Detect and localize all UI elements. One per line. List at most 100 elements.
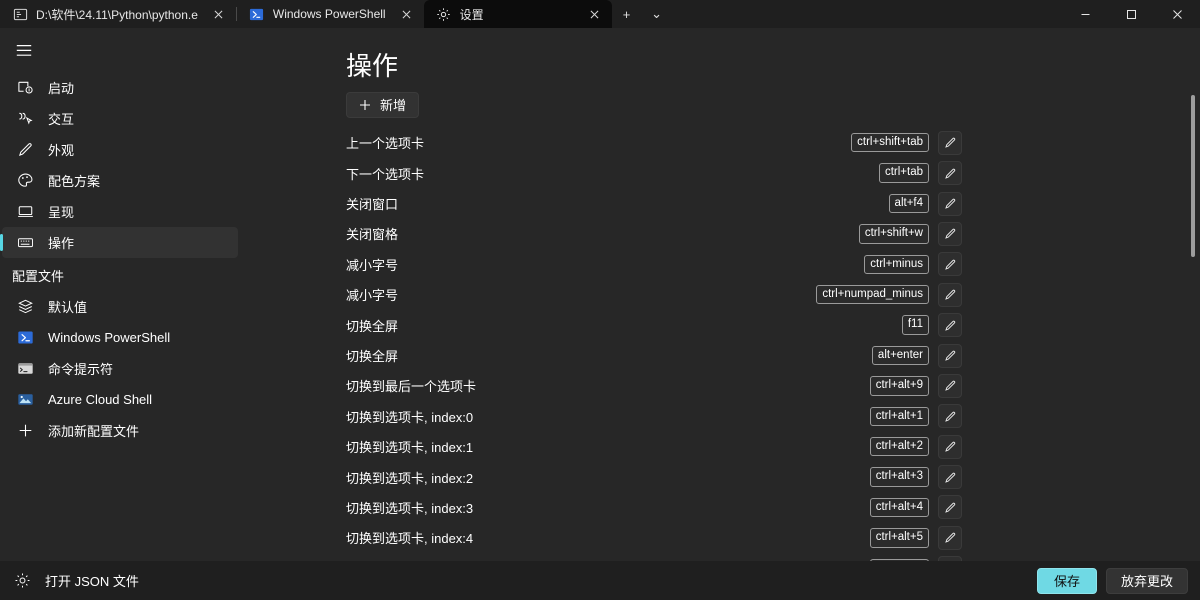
save-button[interactable]: 保存 — [1037, 568, 1097, 594]
action-row[interactable]: 关闭窗格 ctrl+shift+w — [346, 219, 962, 249]
sidebar-item-label: 配色方案 — [48, 171, 100, 190]
sidebar-item-actions[interactable]: 操作 — [2, 227, 238, 258]
action-row[interactable]: 减小字号 ctrl+numpad_minus — [346, 280, 962, 310]
sidebar-item-rendering[interactable]: 呈现 — [2, 196, 238, 227]
window-controls — [1062, 0, 1200, 28]
pencil-icon[interactable] — [938, 252, 962, 276]
pencil-icon[interactable] — [938, 313, 962, 337]
sidebar-item-azure[interactable]: Azure Cloud Shell — [2, 384, 238, 415]
action-row[interactable]: 关闭窗口 alt+f4 — [346, 188, 962, 218]
pencil-icon[interactable] — [938, 495, 962, 519]
close-icon[interactable] — [396, 3, 418, 25]
action-row[interactable]: 切换到选项卡, index:4 ctrl+alt+5 — [346, 523, 962, 553]
tab-python[interactable]: D:\软件\24.11\Python\python.e — [0, 0, 236, 28]
keybinding-chip[interactable]: alt+enter — [872, 346, 929, 365]
sidebar-item-color-schemes[interactable]: 配色方案 — [2, 165, 238, 196]
footer-bar: 打开 JSON 文件 保存 放弃更改 — [0, 561, 1200, 600]
pencil-icon[interactable] — [938, 465, 962, 489]
action-row[interactable]: 下一个选项卡 ctrl+tab — [346, 158, 962, 188]
pencil-icon[interactable] — [938, 556, 962, 561]
keybinding-chip[interactable]: ctrl+alt+4 — [870, 498, 929, 517]
keybinding-chip[interactable]: ctrl+alt+1 — [870, 407, 929, 426]
sidebar-item-appearance[interactable]: 外观 — [2, 134, 238, 165]
interaction-icon — [14, 110, 36, 127]
close-icon[interactable] — [208, 3, 230, 25]
sidebar-item-label: 添加新配置文件 — [48, 421, 139, 440]
sidebar-item-powershell[interactable]: Windows PowerShell — [2, 322, 238, 353]
actions-list: 上一个选项卡 ctrl+shift+tab 下一个选项卡 ctrl+tab — [346, 128, 962, 561]
action-name: 切换到选项卡, index:5 — [346, 559, 473, 561]
keybinding-chip[interactable]: ctrl+tab — [879, 163, 929, 182]
keybinding-chip[interactable]: ctrl+numpad_minus — [816, 285, 929, 304]
keybinding-chip[interactable]: ctrl+alt+3 — [870, 467, 929, 486]
tab-label: Windows PowerShell — [273, 7, 386, 21]
sidebar-item-cmd[interactable]: 命令提示符 — [2, 353, 238, 384]
keybinding-chip[interactable]: ctrl+alt+9 — [870, 376, 929, 395]
action-row[interactable]: 切换到选项卡, index:3 ctrl+alt+4 — [346, 492, 962, 522]
keybinding-chip[interactable]: ctrl+alt+5 — [870, 528, 929, 547]
action-name: 切换全屏 — [346, 346, 398, 365]
pencil-icon[interactable] — [938, 404, 962, 428]
defaults-icon — [14, 298, 36, 315]
open-json-file-button[interactable]: 打开 JSON 文件 — [14, 571, 139, 590]
tab-dropdown-button[interactable]: ⌄ — [642, 0, 672, 28]
minimize-icon[interactable] — [1062, 0, 1108, 28]
rendering-icon — [14, 203, 36, 220]
keybinding-chip[interactable]: ctrl+minus — [864, 255, 929, 274]
sidebar-item-label: 启动 — [48, 78, 74, 97]
tab-powershell[interactable]: Windows PowerShell — [237, 0, 424, 28]
sidebar-item-defaults[interactable]: 默认值 — [2, 291, 238, 322]
sidebar-item-label: Windows PowerShell — [48, 330, 170, 345]
scrollbar-thumb[interactable] — [1191, 95, 1195, 257]
appearance-icon — [14, 141, 36, 158]
pencil-icon[interactable] — [938, 283, 962, 307]
action-row[interactable]: 切换到最后一个选项卡 ctrl+alt+9 — [346, 371, 962, 401]
action-row[interactable]: 切换到选项卡, index:2 ctrl+alt+3 — [346, 462, 962, 492]
scrollbar[interactable] — [1190, 95, 1196, 555]
add-action-label: 新增 — [380, 95, 406, 114]
pencil-icon[interactable] — [938, 344, 962, 368]
action-row[interactable]: 切换到选项卡, index:1 ctrl+alt+2 — [346, 432, 962, 462]
close-icon[interactable] — [1154, 0, 1200, 28]
keybinding-chip[interactable]: ctrl+alt+2 — [870, 437, 929, 456]
pencil-icon[interactable] — [938, 161, 962, 185]
pencil-icon[interactable] — [938, 222, 962, 246]
keybinding-chip[interactable]: ctrl+alt+6 — [870, 559, 929, 561]
keybinding-chip[interactable]: f11 — [902, 315, 929, 334]
sidebar-item-label: Azure Cloud Shell — [48, 392, 152, 407]
action-row[interactable]: 减小字号 ctrl+minus — [346, 249, 962, 279]
sidebar-item-label: 操作 — [48, 233, 74, 252]
action-row[interactable]: 上一个选项卡 ctrl+shift+tab — [346, 128, 962, 158]
close-icon[interactable] — [584, 3, 606, 25]
pencil-icon[interactable] — [938, 131, 962, 155]
pencil-icon[interactable] — [938, 374, 962, 398]
plus-icon — [14, 423, 36, 438]
hamburger-icon[interactable] — [4, 32, 44, 68]
pencil-icon[interactable] — [938, 192, 962, 216]
action-name: 上一个选项卡 — [346, 133, 424, 152]
new-tab-button[interactable]: + — [612, 0, 642, 28]
powershell-icon — [14, 329, 36, 346]
action-name: 切换到最后一个选项卡 — [346, 376, 476, 395]
maximize-icon[interactable] — [1108, 0, 1154, 28]
keybinding-chip[interactable]: ctrl+shift+w — [859, 224, 929, 243]
tab-settings[interactable]: 设置 — [424, 0, 612, 28]
keybinding-chip[interactable]: ctrl+shift+tab — [851, 133, 929, 152]
action-row[interactable]: 切换到选项卡, index:0 ctrl+alt+1 — [346, 401, 962, 431]
sidebar-item-interaction[interactable]: 交互 — [2, 103, 238, 134]
action-row[interactable]: 切换到选项卡, index:5 ctrl+alt+6 — [346, 553, 962, 561]
action-name: 切换到选项卡, index:2 — [346, 468, 473, 487]
discard-changes-button[interactable]: 放弃更改 — [1106, 568, 1188, 594]
action-row[interactable]: 切换全屏 f11 — [346, 310, 962, 340]
sidebar: 启动 交互 外观 — [0, 28, 240, 561]
powershell-icon — [249, 6, 265, 22]
sidebar-item-startup[interactable]: 启动 — [2, 72, 238, 103]
action-row[interactable]: 切换全屏 alt+enter — [346, 340, 962, 370]
sidebar-item-add-profile[interactable]: 添加新配置文件 — [2, 415, 238, 446]
add-action-button[interactable]: 新增 — [346, 92, 419, 118]
action-name: 减小字号 — [346, 285, 398, 304]
pencil-icon[interactable] — [938, 435, 962, 459]
pencil-icon[interactable] — [938, 526, 962, 550]
action-name: 切换到选项卡, index:4 — [346, 528, 473, 547]
keybinding-chip[interactable]: alt+f4 — [889, 194, 929, 213]
